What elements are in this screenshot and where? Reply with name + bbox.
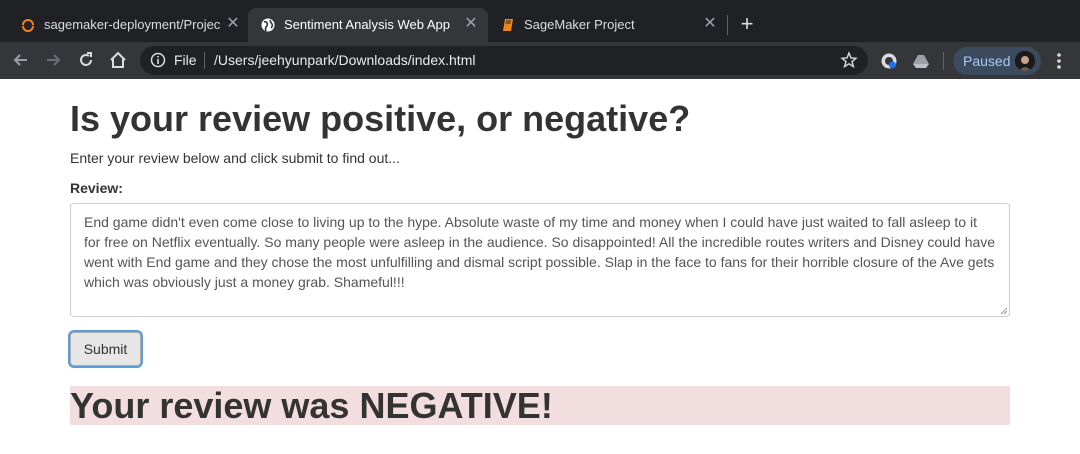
bookmark-star-icon[interactable] xyxy=(840,51,858,69)
back-arrow-icon[interactable] xyxy=(11,50,31,70)
intro-text: Enter your review below and click submit… xyxy=(70,150,400,166)
close-tab-icon[interactable]: ✕ xyxy=(701,15,719,33)
avatar xyxy=(1015,51,1035,71)
tab-title: Sentiment Analysis Web App xyxy=(284,17,450,32)
browser-toolbar: File /Users/jeehyunpark/Downloads/index.… xyxy=(0,42,1080,79)
tab-title: SageMaker Project xyxy=(524,17,635,32)
google-drive-icon[interactable] xyxy=(912,52,930,70)
submit-button[interactable]: Submit xyxy=(70,332,141,366)
tab-sagemaker-deployment[interactable]: sagemaker-deployment/Projec ✕ xyxy=(8,8,248,42)
resize-grip-icon[interactable] xyxy=(998,305,1008,315)
home-icon[interactable] xyxy=(108,50,128,70)
new-tab-button[interactable]: + xyxy=(736,13,758,35)
tab-separator xyxy=(727,15,728,35)
tab-strip: sagemaker-deployment/Projec ✕ Sentiment … xyxy=(0,0,1080,42)
sagemaker-orange-icon xyxy=(22,19,34,32)
address-bar[interactable]: File /Users/jeehyunpark/Downloads/index.… xyxy=(140,46,868,75)
review-textarea[interactable]: End game didn't even come close to livin… xyxy=(70,203,1010,317)
more-menu-icon[interactable] xyxy=(1052,51,1066,71)
url-scheme-label: File xyxy=(174,52,197,68)
close-tab-icon[interactable]: ✕ xyxy=(462,15,480,33)
page-title: Is your review positive, or negative? xyxy=(70,98,691,139)
url-text[interactable]: /Users/jeehyunpark/Downloads/index.html xyxy=(214,52,475,68)
review-label: Review: xyxy=(70,180,123,196)
book-orange-icon xyxy=(503,19,513,31)
web-page-content: Is your review positive, or negative? En… xyxy=(0,79,1080,454)
omnibox-divider xyxy=(204,52,205,69)
result-banner: Your review was NEGATIVE! xyxy=(70,385,1010,426)
profile-paused-button[interactable]: Paused xyxy=(953,47,1041,75)
result-text: Your review was NEGATIVE! xyxy=(70,385,553,426)
tab-sagemaker-project[interactable]: SageMaker Project ✕ xyxy=(488,8,728,42)
close-tab-icon[interactable]: ✕ xyxy=(224,15,242,33)
forward-arrow-icon[interactable] xyxy=(43,50,63,70)
info-icon[interactable] xyxy=(150,52,166,68)
tab-title: sagemaker-deployment/Projec xyxy=(44,17,221,32)
profile-status-label: Paused xyxy=(963,53,1011,69)
extension-shield-icon[interactable] xyxy=(880,52,898,70)
toolbar-separator xyxy=(943,52,944,70)
reload-icon[interactable] xyxy=(76,50,96,70)
tab-sentiment-analysis[interactable]: Sentiment Analysis Web App ✕ xyxy=(248,8,488,42)
globe-icon xyxy=(261,18,275,32)
